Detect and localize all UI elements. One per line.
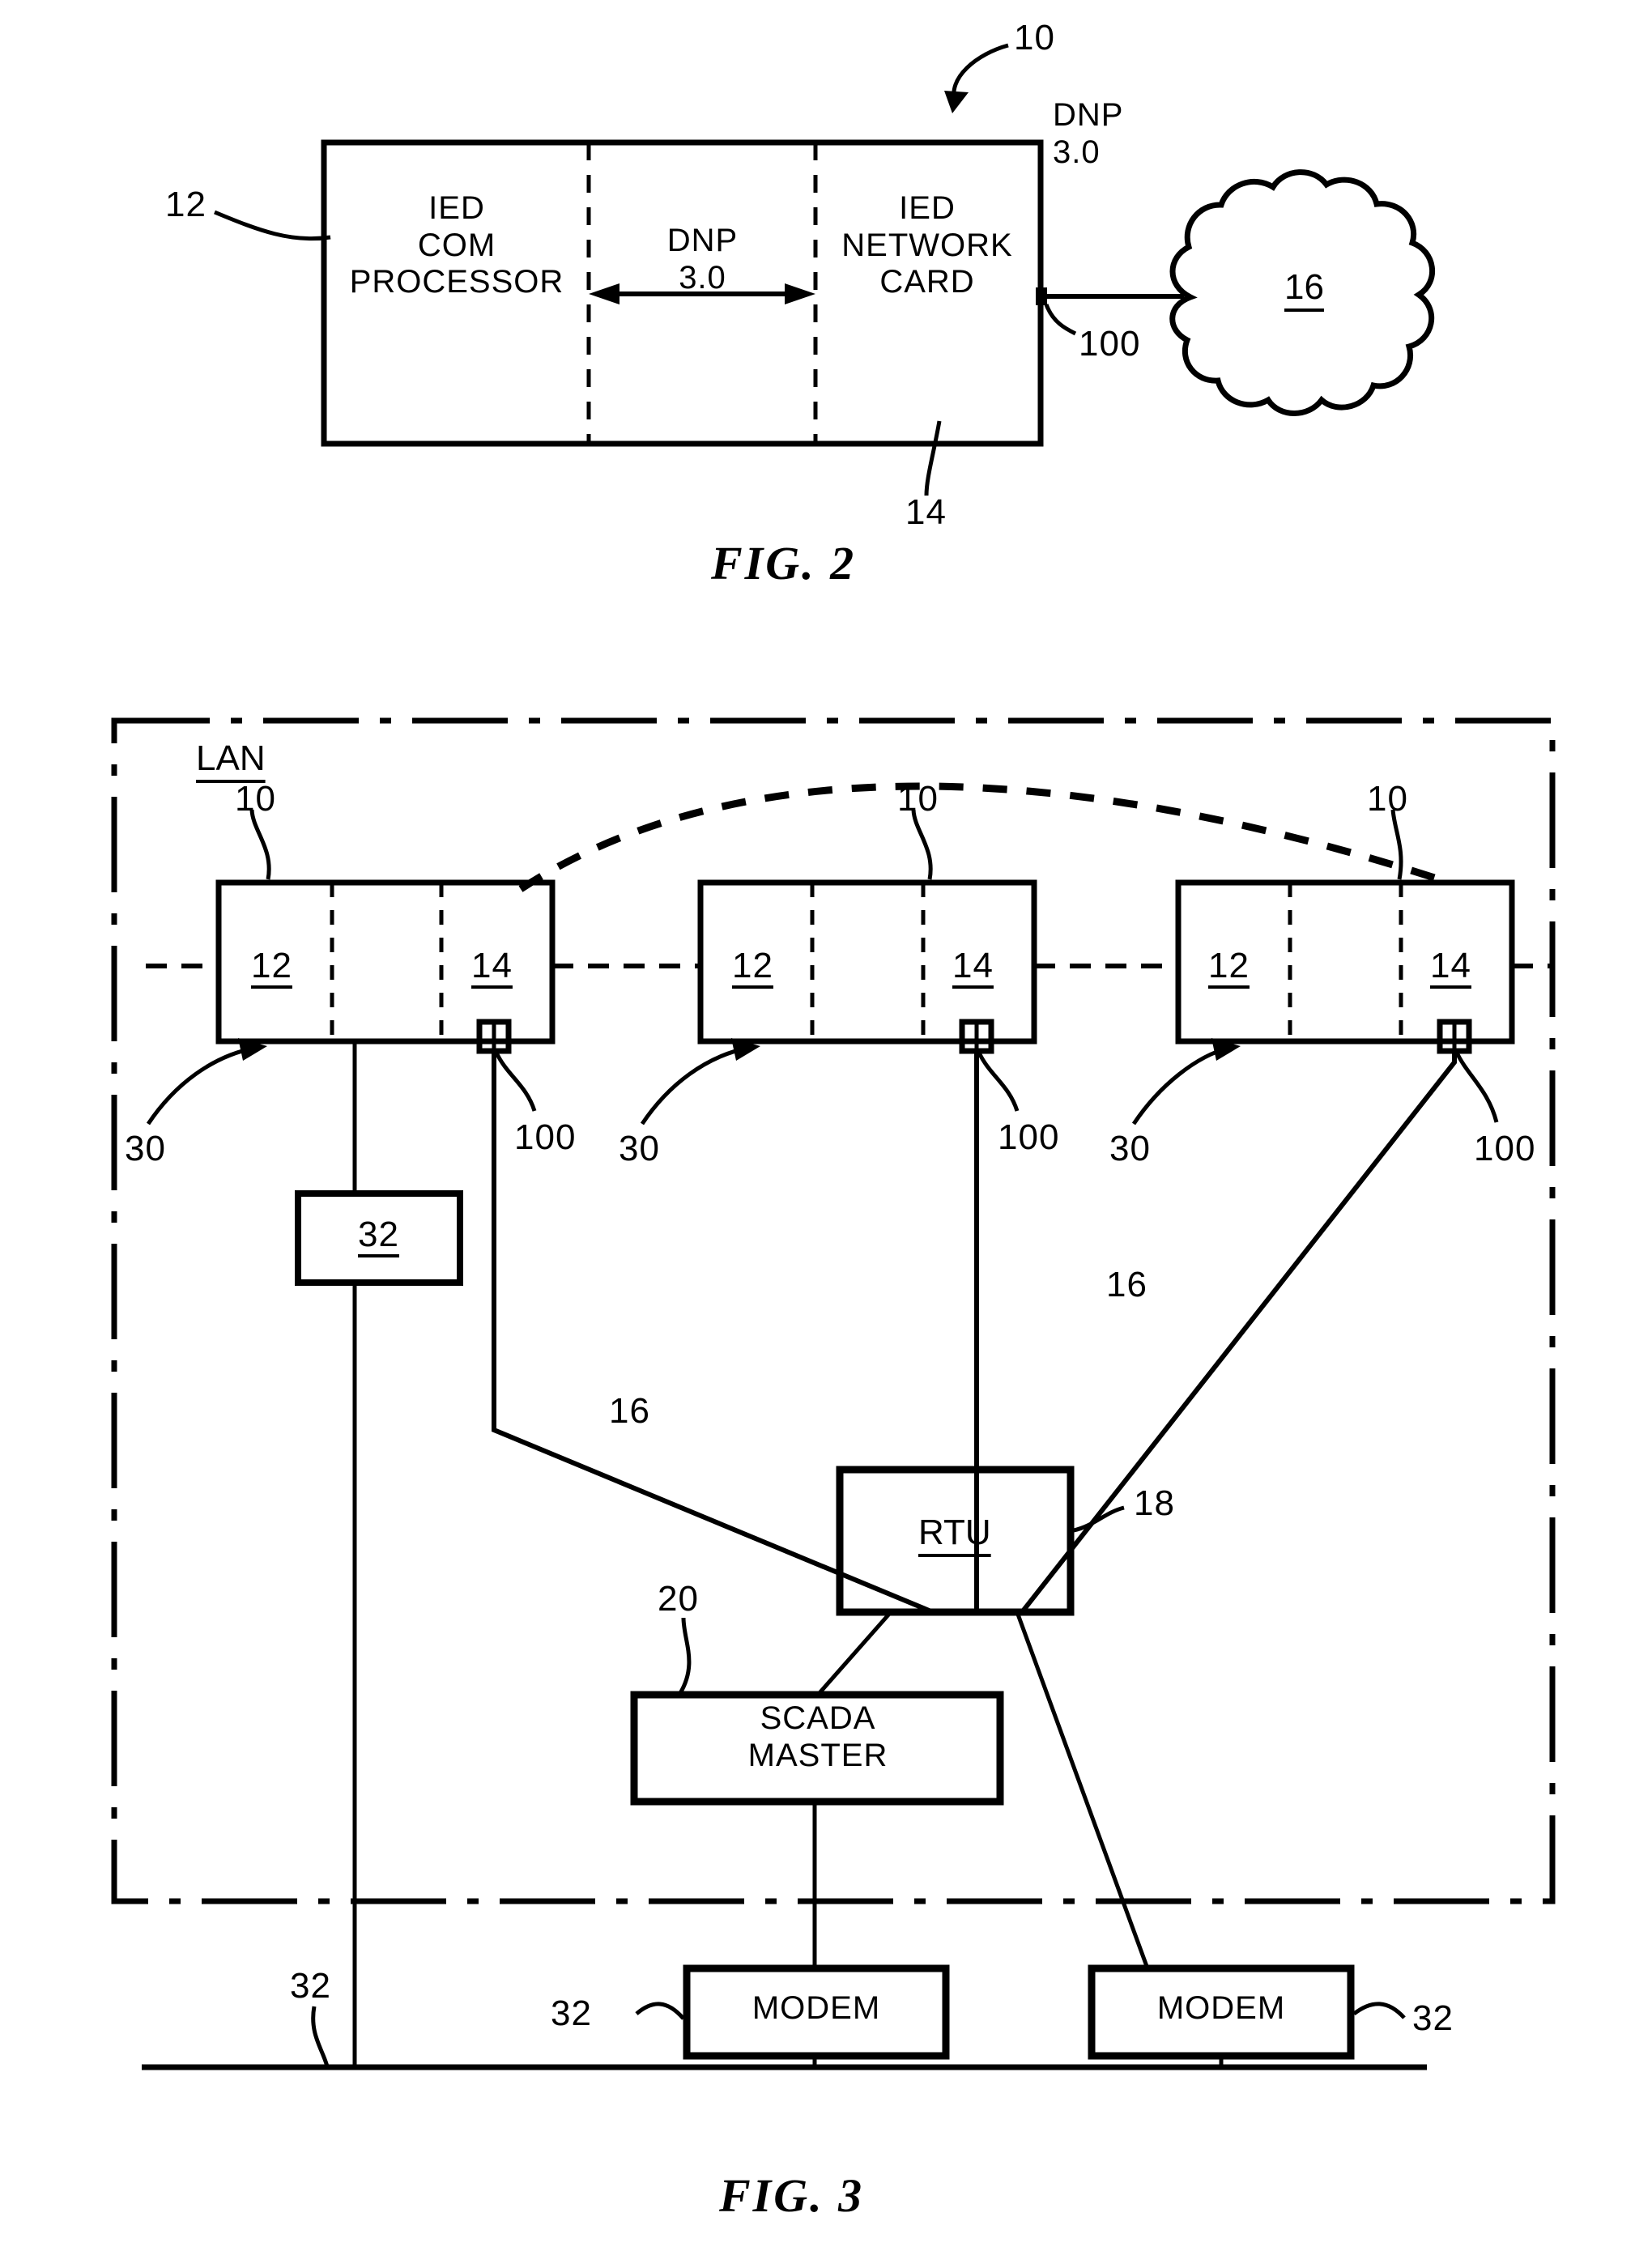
fig2-block-ied-com-processor-label: IED COM PROCESSOR (349, 190, 564, 300)
fig2-block-ied-network-card-label: IED NETWORK CARD (841, 190, 1013, 300)
fig3-ied-2-lead-30 (640, 1045, 750, 1125)
fig3-scada-lead-20 (678, 1617, 692, 1695)
fig3-ied-3-connector-ref-100: 100 (1474, 1129, 1536, 1168)
fig2-ref-10: 10 (1014, 18, 1055, 57)
fig2-lead-100 (1044, 304, 1077, 336)
fig3-lan-label: LAN (196, 738, 266, 778)
fig2-cloud-ref-16: 16 (1284, 267, 1324, 307)
patent-drawing-sheet: IED COM PROCESSOR DNP 3.0 IED NETWORK CA… (0, 0, 1652, 2268)
fig3-ied-2-callout-30: 30 (619, 1129, 660, 1168)
fig3-ied-3-network-line (1020, 1051, 1457, 1614)
fig3-ied-3-lead-100 (1454, 1051, 1499, 1123)
fig3-ied-3-ref-10: 10 (1367, 779, 1408, 819)
fig2-block-dnp-label: DNP 3.0 (666, 223, 739, 296)
fig3-modem-left-lead-32 (635, 2002, 685, 2020)
fig3-ied-3-callout-30: 30 (1109, 1129, 1151, 1168)
fig2-lead-14 (924, 420, 942, 496)
fig3-ied-2-lead-10 (911, 809, 933, 880)
fig3-lan-arc (518, 782, 1451, 892)
fig3-group (111, 717, 1556, 2070)
fig3-ied-1-card-ref-14: 14 (471, 946, 513, 985)
fig3-ied-1-lead-30 (146, 1045, 257, 1125)
fig3-ied-2-connector-ref-100: 100 (998, 1117, 1060, 1157)
fig3-ied-3-lead-30 (1131, 1045, 1230, 1125)
fig3-ied-2-lead-100 (977, 1051, 1020, 1112)
fig3-modem-right-ref-32: 32 (1412, 1998, 1454, 2038)
fig3-caption: FIG. 3 (719, 2169, 865, 2222)
fig3-bus-lead-32 (311, 2006, 330, 2067)
fig3-modem-right-lead-32 (1352, 2002, 1406, 2019)
fig2-ref-12: 12 (165, 185, 206, 224)
fig3-rtu-ref-18: 18 (1134, 1483, 1175, 1523)
fig3-modem-left-label: MODEM (751, 1990, 881, 2026)
fig3-rtu-to-modem-right (1015, 1611, 1150, 1969)
fig2-ref-100: 100 (1079, 324, 1141, 364)
fig3-rtu-to-scada (816, 1611, 892, 1696)
fig2-caption: FIG. 2 (711, 537, 857, 589)
fig3-ied-1-ref-10: 10 (235, 779, 276, 819)
fig3-modem-left-ref-32: 32 (551, 1994, 592, 2033)
fig3-ied-2-ref-10: 10 (897, 779, 939, 819)
fig2-network-protocol-label: DNP 3.0 (1053, 97, 1124, 170)
fig3-modem-right-label: MODEM (1156, 1990, 1286, 2026)
fig2-lead-10-arrowhead (944, 91, 969, 113)
fig2-lead-12 (214, 210, 331, 241)
fig3-ied-3-card-ref-14: 14 (1430, 946, 1471, 985)
fig3-network-ref-16-left: 16 (609, 1391, 650, 1431)
fig3-rtu-label: RTU (918, 1513, 991, 1552)
fig3-ied-1-lead-10 (249, 809, 271, 880)
fig3-ied-1-connector-ref-100: 100 (514, 1117, 577, 1157)
fig2-ref-14: 14 (905, 492, 947, 532)
fig3-scada-label: SCADA MASTER (747, 1700, 888, 1773)
fig3-scada-ref-20: 20 (658, 1579, 699, 1619)
fig3-ied-3-lead-10 (1390, 809, 1403, 880)
fig3-bus-ref-32: 32 (290, 1966, 331, 2006)
fig3-network-ref-16-right: 16 (1106, 1265, 1147, 1304)
fig3-ied-1-lead-100 (494, 1051, 537, 1112)
fig3-device-32-label: 32 (358, 1215, 399, 1254)
fig3-ied-1-com-ref-12: 12 (251, 946, 292, 985)
fig3-ied-1-callout-30: 30 (125, 1129, 166, 1168)
fig3-ied-2-card-ref-14: 14 (952, 946, 994, 985)
drawing-vector-layer (111, 43, 1556, 2070)
fig3-ied-2-com-ref-12: 12 (732, 946, 773, 985)
fig3-ied-3-com-ref-12: 12 (1208, 946, 1250, 985)
